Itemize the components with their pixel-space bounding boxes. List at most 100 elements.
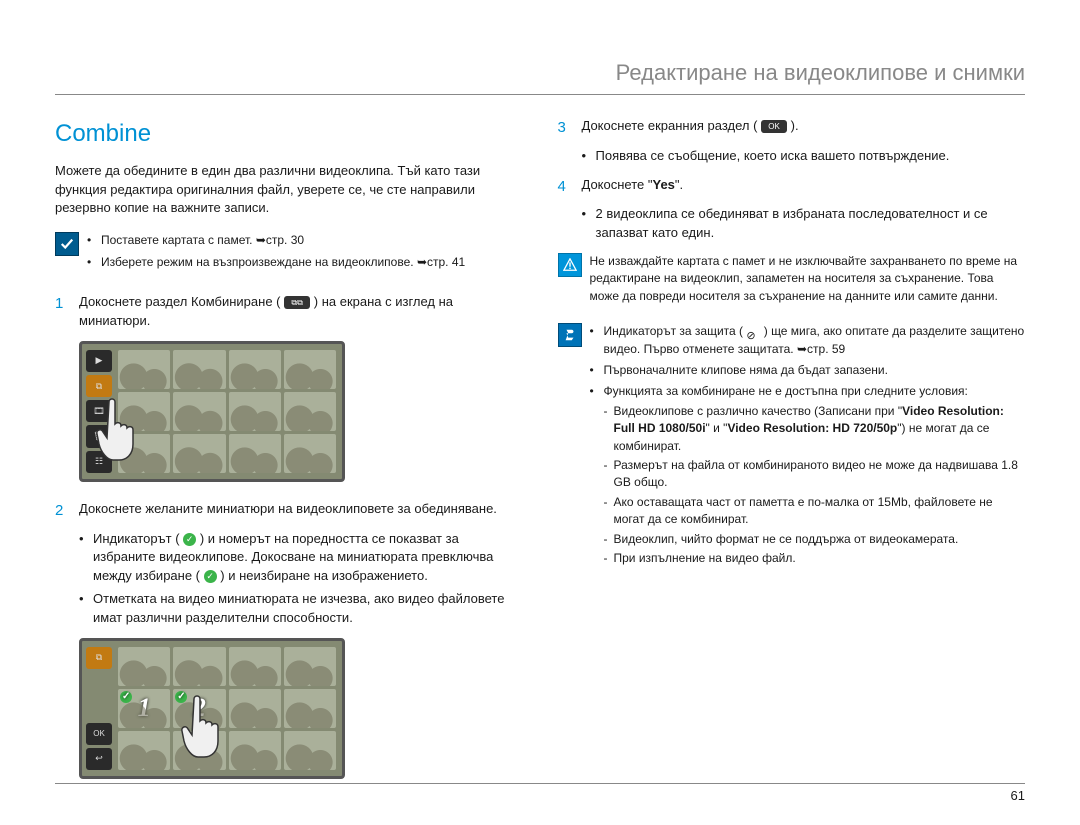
info-list: Индикаторът за защита ( ) ще мига, ако о… [590,323,1026,571]
text: ) и неизбиране на изображението. [220,568,428,583]
step-2-sublist: Индикаторът ( ✓ ) и номерът на поредност… [79,530,523,628]
step-3-sublist: Появява се съобщение, което иска вашето … [582,147,1026,166]
check-circle-icon: ✓ [183,533,196,546]
left-column: Combine Можете да обедините в един два р… [55,117,523,797]
thumbnail [284,731,336,770]
thumbnail [229,434,281,473]
side-btn-trash-icon: 🗑 [86,425,112,447]
selection-badge: 2 [173,689,225,728]
thumbnail-selected: 1 [118,689,170,728]
warning-block: Не изваждайте картата с памет и не изклю… [558,253,1026,305]
back-button-icon: ↩ [86,748,112,770]
step-text: Докоснете раздел Комбиниране ( ⧉⧉ ) на е… [79,293,523,331]
ok-button: OK [86,723,112,745]
ui-screenshot-2: ⧉ OK ↩ 1 2 [79,638,345,779]
side-btn-combine-icon: ⧉ [86,375,112,397]
thumbnail [173,350,225,389]
text: Докоснете " [582,177,653,192]
info-icon [558,323,582,347]
page-header-title: Редактиране на видеоклипове и снимки [55,60,1025,95]
thumbnail-grid: 1 2 [118,647,336,770]
thumbnail [284,350,336,389]
thumbnail [173,434,225,473]
page-number: 61 [55,783,1025,803]
thumbnail [229,731,281,770]
thumbnail [173,392,225,431]
subsub-item: Ако оставащата част от паметта е по-малк… [604,494,1026,529]
thumbnail [173,647,225,686]
text: ". [675,177,683,192]
side-btn-combine-icon: ⧉ [86,647,112,669]
text: Функцията за комбиниране не е достъпна п… [604,384,968,398]
step-text: Докоснете "Yes". [582,176,1026,198]
lock-icon [746,327,760,337]
section-heading: Combine [55,117,523,152]
step-number: 3 [558,117,572,139]
sub-item: Индикаторът ( ✓ ) и номерът на поредност… [79,530,523,587]
text: Видеоклипове с различно качество (Записа… [614,404,903,418]
subsub-item: При изпълнение на видео файл. [604,550,1026,567]
text: " и " [706,421,728,435]
prep-list: Поставете картата с памет. ➥стр. 30 Избе… [87,232,465,275]
side-btn-settings-icon: ☷ [86,451,112,473]
step-3: 3 Докоснете екранния раздел ( OK ). [558,117,1026,139]
step-number: 4 [558,176,572,198]
thumbnail [229,392,281,431]
sub-item: Появява се съобщение, което иска вашето … [582,147,1026,166]
text: Докоснете раздел Комбиниране ( [79,294,281,309]
text: Индикаторът ( [93,531,180,546]
side-btn-play-icon: ▶ [86,350,112,372]
bold-text: Video Resolution: HD 720/50p [727,421,897,435]
step-text: Докоснете желаните миниатюри на видеокли… [79,500,523,522]
info-item: Индикаторът за защита ( ) ще мига, ако о… [590,323,1026,358]
ok-icon: OK [761,120,787,133]
sub-item: Отметката на видео миниатюрата не изчезв… [79,590,523,628]
check-icon [55,232,79,256]
spacer [86,672,112,720]
step-2: 2 Докоснете желаните миниатюри на видеок… [55,500,523,522]
preparation-box: Поставете картата с памет. ➥стр. 30 Избе… [55,232,523,275]
selection-badge: 1 [118,689,170,728]
thumbnail [229,647,281,686]
thumbnail [118,350,170,389]
two-column-layout: Combine Можете да обедините в един два р… [55,117,1025,797]
thumbnail [284,647,336,686]
text: Докоснете екранния раздел ( [582,118,758,133]
subsub-item: Видеоклипове с различно качество (Записа… [604,403,1026,455]
subsub-item: Видеоклип, чийто формат не се поддържа о… [604,531,1026,548]
info-item: Функцията за комбиниране не е достъпна п… [590,383,1026,567]
info-block: Индикаторът за защита ( ) ще мига, ако о… [558,323,1026,571]
step-number: 1 [55,293,69,331]
side-toolbar: ⧉ OK ↩ [86,647,112,770]
thumbnail [229,689,281,728]
step-4-sublist: 2 видеоклипа се обединяват в избраната п… [582,205,1026,243]
combine-icon: ⧉⧉ [284,296,310,309]
sub-item: 2 видеоклипа се обединяват в избраната п… [582,205,1026,243]
thumbnail-grid [118,350,336,473]
bold-text: Yes [653,177,675,192]
prep-item: Поставете картата с памет. ➥стр. 30 [87,232,465,249]
subsub-item: Размерът на файла от комбинираното видео… [604,457,1026,492]
thumbnail [284,434,336,473]
thumbnail [118,392,170,431]
intro-paragraph: Можете да обедините в един два различни … [55,162,523,219]
step-4: 4 Докоснете "Yes". [558,176,1026,198]
thumbnail [284,689,336,728]
side-toolbar: ▶ ⧉ 🎞 🗑 ☷ [86,350,112,473]
warning-text: Не изваждайте картата с памет и не изклю… [590,253,1026,305]
right-column: 3 Докоснете екранния раздел ( OK ). Появ… [558,117,1026,797]
thumbnail [229,350,281,389]
thumbnail [118,731,170,770]
text: Индикаторът за защита ( [604,324,744,338]
text: ). [791,118,799,133]
warning-icon [558,253,582,277]
info-subsub-list: Видеоклипове с различно качество (Записа… [604,403,1026,568]
step-text: Докоснете екранния раздел ( OK ). [582,117,1026,139]
side-btn-movie-icon: 🎞 [86,400,112,422]
check-circle-icon: ✓ [204,570,217,583]
thumbnail [173,731,225,770]
step-number: 2 [55,500,69,522]
ui-screenshot-1: ▶ ⧉ 🎞 🗑 ☷ [79,341,345,482]
info-item: Първоначалните клипове няма да бъдат зап… [590,362,1026,379]
thumbnail [118,434,170,473]
